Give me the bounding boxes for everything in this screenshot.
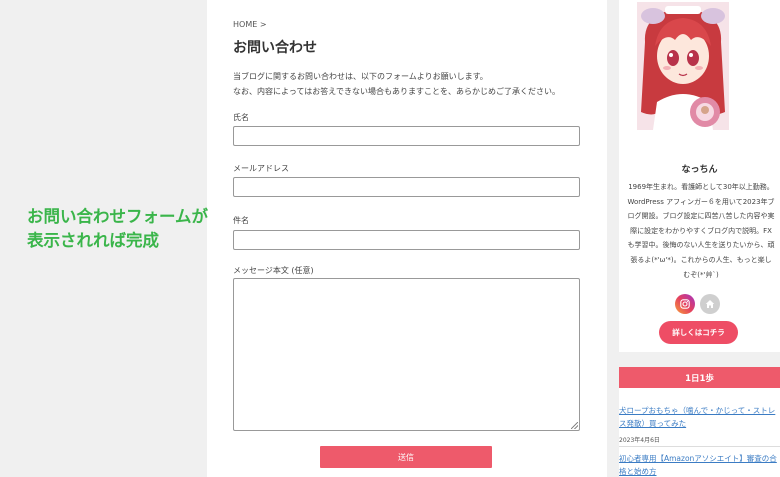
avatar-illustration (637, 2, 729, 130)
author-bio: 1969年生まれ。看護師として30年以上勤務。WordPress アフィンガー６… (627, 183, 775, 279)
email-label: メールアドレス (233, 164, 289, 173)
annotation-line-1: お問い合わせフォームが (27, 207, 209, 226)
submit-button[interactable]: 送信 (320, 446, 492, 468)
post-date-1: 2023年4月6日 (619, 437, 660, 444)
author-name: なっちん (681, 165, 718, 175)
resize-grip-icon[interactable] (571, 422, 578, 429)
home-icon[interactable] (700, 294, 720, 314)
post-link-1[interactable]: 犬ロープおもちゃ（噛んで・かじって・ストレス発散）買ってみた (619, 404, 779, 430)
intro-line-2: なお、内容によってはお答えできない場合もありますことを、あらかじめご了承ください… (233, 87, 560, 96)
subject-field[interactable] (233, 230, 580, 250)
profile-card: なっちん 1969年生まれ。看護師として30年以上勤務。WordPress アフ… (619, 0, 780, 352)
intro-line-1: 当ブログに関するお問い合わせは、以下のフォームよりお願いします。 (233, 72, 488, 81)
avatar (637, 2, 729, 130)
message-label: メッセージ本文 (任意) (233, 266, 314, 275)
annotation-line-2: 表示されれば完成 (27, 231, 159, 250)
instagram-icon[interactable] (675, 294, 695, 314)
page-title: お問い合わせ (233, 40, 317, 56)
name-field[interactable] (233, 126, 580, 146)
email-field[interactable] (233, 177, 580, 197)
widget-title: 1日1歩 (619, 367, 780, 388)
social-links (675, 294, 720, 314)
intro-text: 当ブログに関するお問い合わせは、以下のフォームよりお願いします。 なお、内容によ… (233, 69, 560, 99)
more-details-button[interactable]: 詳しくはコチラ (659, 321, 738, 344)
subject-label: 件名 (233, 216, 249, 225)
main-content: HOME > お問い合わせ 当ブログに関するお問い合わせは、以下のフォームよりお… (207, 0, 607, 477)
post-link-2[interactable]: 初心者専用【Amazonアソシエイト】審査の合格と始め方 (619, 452, 779, 477)
annotation-text: お問い合わせフォームが 表示されれば完成 (27, 205, 208, 253)
name-label: 氏名 (233, 113, 249, 122)
breadcrumb[interactable]: HOME > (233, 20, 267, 29)
message-field[interactable] (233, 278, 580, 431)
recent-posts-widget: 犬ロープおもちゃ（噛んで・かじって・ストレス発散）買ってみた 2023年4月6日… (619, 388, 780, 477)
post-divider (619, 446, 780, 447)
